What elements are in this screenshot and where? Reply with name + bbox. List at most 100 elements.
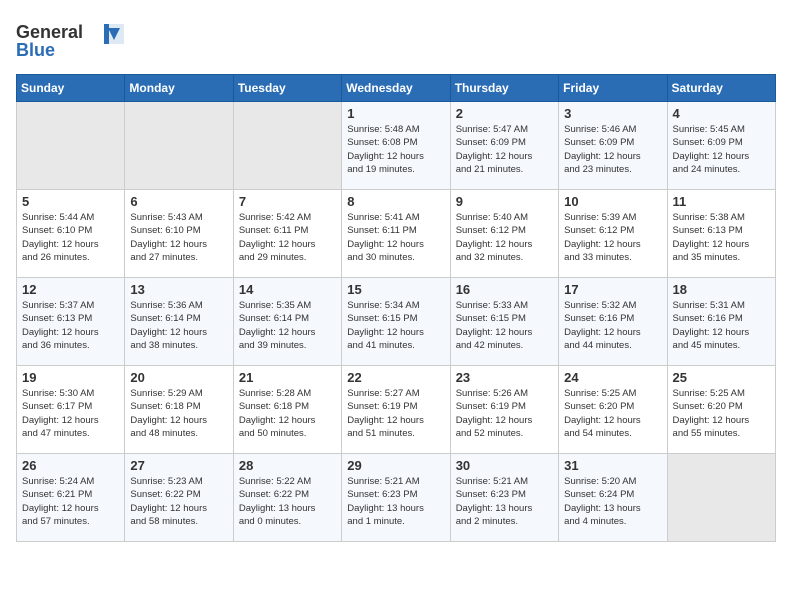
- cell-content: Sunrise: 5:24 AM Sunset: 6:21 PM Dayligh…: [22, 475, 119, 528]
- week-row-1: 1 Sunrise: 5:48 AM Sunset: 6:08 PM Daylig…: [17, 102, 776, 190]
- page-header: General Blue: [16, 16, 776, 66]
- cell-content: Sunrise: 5:31 AM Sunset: 6:16 PM Dayligh…: [673, 299, 770, 352]
- cell-content: Sunrise: 5:47 AM Sunset: 6:09 PM Dayligh…: [456, 123, 553, 176]
- calendar-cell: 24 Sunrise: 5:25 AM Sunset: 6:20 PM Dayli…: [559, 366, 667, 454]
- calendar-cell: 19 Sunrise: 5:30 AM Sunset: 6:17 PM Dayli…: [17, 366, 125, 454]
- day-number: 1: [347, 106, 444, 121]
- calendar-cell: 10Sunrise: 5:39 AM Sunset: 6:12 PM Dayli…: [559, 190, 667, 278]
- calendar-cell: 14Sunrise: 5:35 AM Sunset: 6:14 PM Dayli…: [233, 278, 341, 366]
- calendar-cell: 12 Sunrise: 5:37 AM Sunset: 6:13 PM Dayli…: [17, 278, 125, 366]
- cell-content: Sunrise: 5:30 AM Sunset: 6:17 PM Dayligh…: [22, 387, 119, 440]
- day-number: 9: [456, 194, 553, 209]
- calendar-cell: 13 Sunrise: 5:36 AM Sunset: 6:14 PM Dayli…: [125, 278, 233, 366]
- day-number: 17: [564, 282, 661, 297]
- day-number: 7: [239, 194, 336, 209]
- day-number: 30: [456, 458, 553, 473]
- calendar-cell: 7 Sunrise: 5:42 AM Sunset: 6:11 PM Daylig…: [233, 190, 341, 278]
- day-number: 26: [22, 458, 119, 473]
- day-number: 27: [130, 458, 227, 473]
- calendar-cell: 2 Sunrise: 5:47 AM Sunset: 6:09 PM Daylig…: [450, 102, 558, 190]
- cell-content: Sunrise: 5:28 AM Sunset: 6:18 PM Dayligh…: [239, 387, 336, 440]
- day-number: 29: [347, 458, 444, 473]
- day-number: 20: [130, 370, 227, 385]
- day-number: 5: [22, 194, 119, 209]
- week-row-3: 12 Sunrise: 5:37 AM Sunset: 6:13 PM Dayli…: [17, 278, 776, 366]
- cell-content: Sunrise: 5:43 AM Sunset: 6:10 PM Dayligh…: [130, 211, 227, 264]
- day-number: 31: [564, 458, 661, 473]
- cell-content: Sunrise: 5:22 AM Sunset: 6:22 PM Dayligh…: [239, 475, 336, 528]
- day-header-saturday: Saturday: [667, 75, 775, 102]
- calendar-cell: 11Sunrise: 5:38 AM Sunset: 6:13 PM Dayli…: [667, 190, 775, 278]
- cell-content: Sunrise: 5:32 AM Sunset: 6:16 PM Dayligh…: [564, 299, 661, 352]
- svg-text:General: General: [16, 22, 83, 42]
- calendar-cell: [17, 102, 125, 190]
- logo-text: General Blue: [16, 16, 126, 66]
- cell-content: Sunrise: 5:27 AM Sunset: 6:19 PM Dayligh…: [347, 387, 444, 440]
- cell-content: Sunrise: 5:35 AM Sunset: 6:14 PM Dayligh…: [239, 299, 336, 352]
- day-number: 12: [22, 282, 119, 297]
- day-number: 18: [673, 282, 770, 297]
- day-number: 16: [456, 282, 553, 297]
- calendar-cell: 15Sunrise: 5:34 AM Sunset: 6:15 PM Dayli…: [342, 278, 450, 366]
- calendar-cell: 16Sunrise: 5:33 AM Sunset: 6:15 PM Dayli…: [450, 278, 558, 366]
- calendar-cell: 28 Sunrise: 5:22 AM Sunset: 6:22 PM Dayli…: [233, 454, 341, 542]
- calendar-table: SundayMondayTuesdayWednesdayThursdayFrid…: [16, 74, 776, 542]
- day-header-wednesday: Wednesday: [342, 75, 450, 102]
- day-number: 23: [456, 370, 553, 385]
- calendar-cell: 8 Sunrise: 5:41 AM Sunset: 6:11 PM Daylig…: [342, 190, 450, 278]
- day-number: 2: [456, 106, 553, 121]
- calendar-cell: 31 Sunrise: 5:20 AM Sunset: 6:24 PM Dayli…: [559, 454, 667, 542]
- day-header-sunday: Sunday: [17, 75, 125, 102]
- cell-content: Sunrise: 5:48 AM Sunset: 6:08 PM Dayligh…: [347, 123, 444, 176]
- cell-content: Sunrise: 5:42 AM Sunset: 6:11 PM Dayligh…: [239, 211, 336, 264]
- calendar-cell: 20 Sunrise: 5:29 AM Sunset: 6:18 PM Dayli…: [125, 366, 233, 454]
- calendar-cell: 18 Sunrise: 5:31 AM Sunset: 6:16 PM Dayli…: [667, 278, 775, 366]
- calendar-cell: 22 Sunrise: 5:27 AM Sunset: 6:19 PM Dayli…: [342, 366, 450, 454]
- week-row-4: 19 Sunrise: 5:30 AM Sunset: 6:17 PM Dayli…: [17, 366, 776, 454]
- calendar-cell: 4Sunrise: 5:45 AM Sunset: 6:09 PM Daylig…: [667, 102, 775, 190]
- calendar-cell: 5Sunrise: 5:44 AM Sunset: 6:10 PM Daylig…: [17, 190, 125, 278]
- week-row-2: 5Sunrise: 5:44 AM Sunset: 6:10 PM Daylig…: [17, 190, 776, 278]
- day-number: 22: [347, 370, 444, 385]
- day-number: 28: [239, 458, 336, 473]
- cell-content: Sunrise: 5:40 AM Sunset: 6:12 PM Dayligh…: [456, 211, 553, 264]
- cell-content: Sunrise: 5:34 AM Sunset: 6:15 PM Dayligh…: [347, 299, 444, 352]
- calendar-cell: 6Sunrise: 5:43 AM Sunset: 6:10 PM Daylig…: [125, 190, 233, 278]
- cell-content: Sunrise: 5:26 AM Sunset: 6:19 PM Dayligh…: [456, 387, 553, 440]
- cell-content: Sunrise: 5:36 AM Sunset: 6:14 PM Dayligh…: [130, 299, 227, 352]
- day-number: 4: [673, 106, 770, 121]
- day-number: 25: [673, 370, 770, 385]
- cell-content: Sunrise: 5:25 AM Sunset: 6:20 PM Dayligh…: [673, 387, 770, 440]
- day-number: 13: [130, 282, 227, 297]
- cell-content: Sunrise: 5:21 AM Sunset: 6:23 PM Dayligh…: [456, 475, 553, 528]
- calendar-cell: 26 Sunrise: 5:24 AM Sunset: 6:21 PM Dayli…: [17, 454, 125, 542]
- svg-text:Blue: Blue: [16, 40, 55, 60]
- calendar-cell: 21 Sunrise: 5:28 AM Sunset: 6:18 PM Dayli…: [233, 366, 341, 454]
- calendar-cell: 9 Sunrise: 5:40 AM Sunset: 6:12 PM Daylig…: [450, 190, 558, 278]
- cell-content: Sunrise: 5:41 AM Sunset: 6:11 PM Dayligh…: [347, 211, 444, 264]
- day-number: 24: [564, 370, 661, 385]
- calendar-cell: 30 Sunrise: 5:21 AM Sunset: 6:23 PM Dayli…: [450, 454, 558, 542]
- day-number: 21: [239, 370, 336, 385]
- day-number: 8: [347, 194, 444, 209]
- calendar-cell: [125, 102, 233, 190]
- calendar-cell: 17 Sunrise: 5:32 AM Sunset: 6:16 PM Dayli…: [559, 278, 667, 366]
- cell-content: Sunrise: 5:21 AM Sunset: 6:23 PM Dayligh…: [347, 475, 444, 528]
- day-header-monday: Monday: [125, 75, 233, 102]
- cell-content: Sunrise: 5:23 AM Sunset: 6:22 PM Dayligh…: [130, 475, 227, 528]
- cell-content: Sunrise: 5:29 AM Sunset: 6:18 PM Dayligh…: [130, 387, 227, 440]
- logo: General Blue: [16, 16, 126, 66]
- calendar-cell: 29 Sunrise: 5:21 AM Sunset: 6:23 PM Dayli…: [342, 454, 450, 542]
- calendar-cell: [233, 102, 341, 190]
- cell-content: Sunrise: 5:39 AM Sunset: 6:12 PM Dayligh…: [564, 211, 661, 264]
- calendar-cell: 23 Sunrise: 5:26 AM Sunset: 6:19 PM Dayli…: [450, 366, 558, 454]
- day-header-thursday: Thursday: [450, 75, 558, 102]
- cell-content: Sunrise: 5:20 AM Sunset: 6:24 PM Dayligh…: [564, 475, 661, 528]
- day-number: 19: [22, 370, 119, 385]
- cell-content: Sunrise: 5:25 AM Sunset: 6:20 PM Dayligh…: [564, 387, 661, 440]
- calendar-cell: 27 Sunrise: 5:23 AM Sunset: 6:22 PM Dayli…: [125, 454, 233, 542]
- days-header-row: SundayMondayTuesdayWednesdayThursdayFrid…: [17, 75, 776, 102]
- cell-content: Sunrise: 5:38 AM Sunset: 6:13 PM Dayligh…: [673, 211, 770, 264]
- day-number: 3: [564, 106, 661, 121]
- cell-content: Sunrise: 5:37 AM Sunset: 6:13 PM Dayligh…: [22, 299, 119, 352]
